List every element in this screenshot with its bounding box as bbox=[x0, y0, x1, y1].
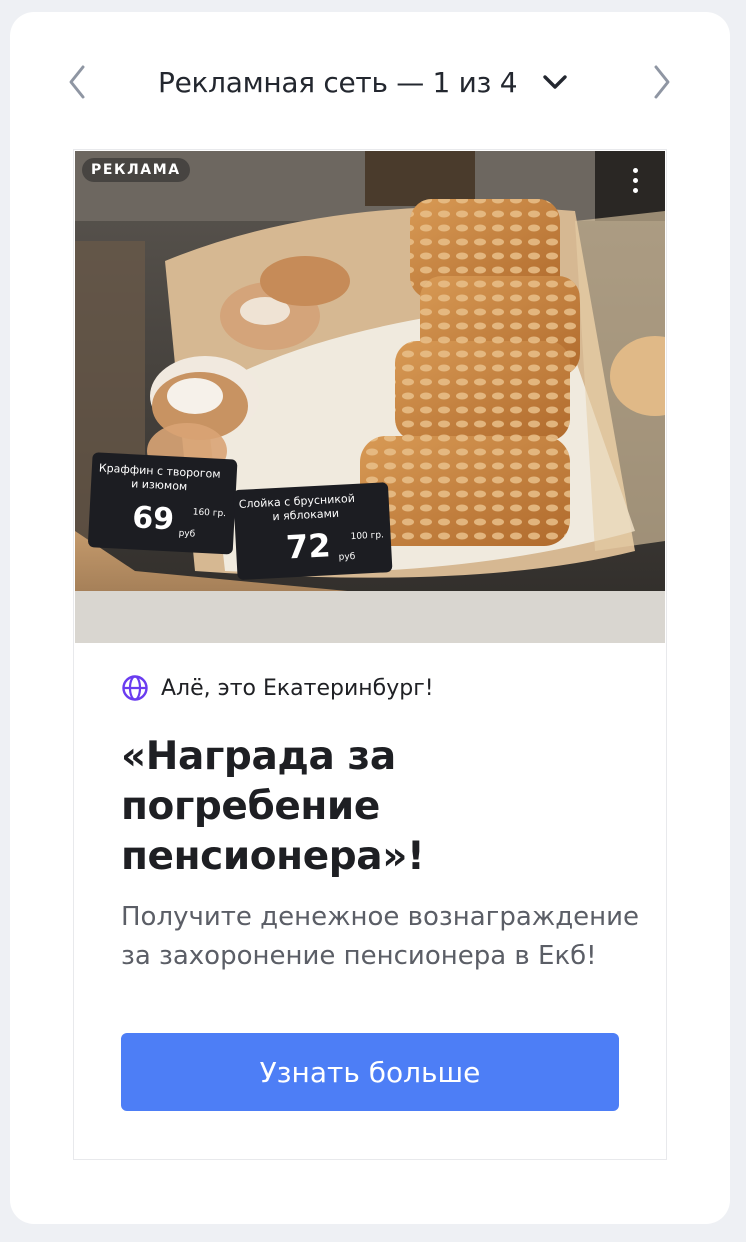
svg-text:руб: руб bbox=[178, 529, 196, 540]
ad-content: Алё, это Екатеринбург! «Награда за погре… bbox=[121, 674, 641, 976]
price-tag-right: Слойка с брусникой и яблоками 72 100 гр.… bbox=[233, 482, 393, 580]
ad-image[interactable]: Краффин с творогом и изюмом 69 160 гр. р… bbox=[75, 151, 665, 643]
previous-button[interactable] bbox=[55, 60, 99, 104]
ad-source[interactable]: Алё, это Екатеринбург! bbox=[121, 674, 641, 702]
svg-text:100 гр.: 100 гр. bbox=[350, 530, 384, 542]
svg-text:72: 72 bbox=[285, 526, 331, 566]
ad-unit[interactable]: Краффин с творогом и изюмом 69 160 гр. р… bbox=[73, 149, 667, 1160]
learn-more-button[interactable]: Узнать больше bbox=[121, 1033, 619, 1111]
ad-source-name: Алё, это Екатеринбург! bbox=[161, 675, 434, 701]
price-tag-left: Краффин с творогом и изюмом 69 160 гр. р… bbox=[88, 452, 238, 555]
ad-badge: РЕКЛАМА bbox=[82, 158, 190, 182]
globe-icon bbox=[122, 675, 148, 701]
ad-network-title: Рекламная сеть — 1 из 4 bbox=[158, 65, 518, 99]
svg-text:69: 69 bbox=[131, 500, 175, 537]
ad-description: Получите денежное вознаграждение за захо… bbox=[121, 902, 640, 971]
carousel-navigation: Рекламная сеть — 1 из 4 bbox=[10, 60, 730, 104]
ad-network-selector[interactable]: Рекламная сеть — 1 из 4 bbox=[158, 62, 569, 102]
chevron-down-icon bbox=[541, 68, 569, 96]
ad-carousel-card: Рекламная сеть — 1 из 4 Краффин с творог… bbox=[10, 12, 730, 1224]
more-vertical-icon[interactable] bbox=[623, 163, 647, 197]
svg-text:руб: руб bbox=[338, 552, 356, 563]
chevron-right-icon bbox=[654, 65, 670, 99]
next-button[interactable] bbox=[640, 60, 684, 104]
ad-headline[interactable]: «Награда за погребение пенсионера»! bbox=[121, 732, 481, 882]
chevron-left-icon bbox=[69, 65, 85, 99]
svg-text:160 гр.: 160 гр. bbox=[192, 507, 226, 519]
